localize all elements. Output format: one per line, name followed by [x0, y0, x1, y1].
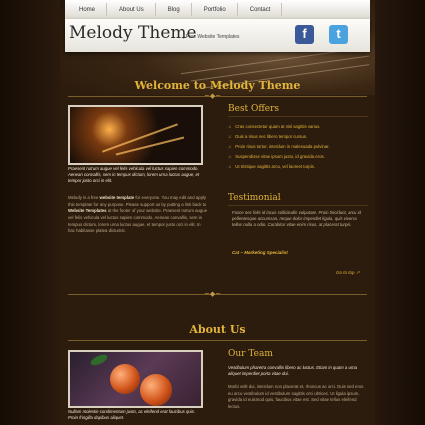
music-note-icon: ♫ — [228, 154, 232, 159]
music-note-icon: ♫ — [228, 144, 232, 149]
divider — [68, 340, 367, 341]
light-trail — [115, 136, 185, 156]
offer-item[interactable]: ♫ Cras consectetur quam at nisl sagittis … — [228, 122, 330, 132]
leaf — [89, 352, 109, 368]
nav-portfolio[interactable]: Portfolio — [192, 2, 238, 16]
testimonial-quote: Fusce nec felis id lacus sollicitudin vu… — [232, 210, 361, 228]
offers-list: ♫ Cras consectetur quam at nisl sagittis … — [228, 122, 330, 172]
about-caption: Nullam molestie condimentum justo, ac el… — [68, 409, 196, 421]
testimonial-divider — [228, 205, 368, 206]
left-shadow — [0, 0, 60, 425]
city-night-photo — [68, 105, 203, 165]
music-note-icon: ♫ — [228, 124, 232, 129]
go-to-top-link[interactable]: Go to top ↗ — [336, 270, 360, 276]
body-text-1: Melody is a free — [68, 195, 100, 200]
team-title: Our Team — [228, 349, 273, 359]
website-templates-link[interactable]: Website Templates — [68, 208, 107, 213]
team-body: Morbi velit dui, interdum non placerat e… — [228, 384, 364, 409]
music-note-icon: ♫ — [228, 164, 232, 169]
site-title[interactable]: Melody Theme — [69, 23, 197, 43]
main-nav: Home About Us Blog Portfolio Contact — [65, 0, 370, 20]
offers-title: Best Offers — [228, 104, 280, 114]
facebook-icon[interactable]: f — [295, 25, 314, 44]
welcome-body: Melody is a free website template for ev… — [68, 195, 208, 235]
offers-divider — [228, 116, 368, 117]
welcome-caption: Praesent rutrum augue vel felis vehicula… — [68, 166, 200, 184]
offer-item[interactable]: ♫ Ut tristique sagittis arcu, vel laoreet… — [228, 162, 330, 172]
welcome-title: Welcome to Melody Theme — [134, 79, 301, 92]
offer-item[interactable]: ♫ Proin risus tortor, interdum in malesua… — [228, 142, 330, 152]
nav-contact[interactable]: Contact — [238, 2, 283, 16]
offer-item[interactable]: ♫ Suspendisse vitae ipsum justo, id gravi… — [228, 152, 330, 162]
nav-blog[interactable]: Blog — [156, 2, 192, 16]
tomatoes-photo — [68, 350, 203, 408]
team-lead: Vestibulum pharetra convallis libero ac … — [228, 365, 358, 377]
nav-about[interactable]: About Us — [107, 2, 156, 16]
music-note-icon: ♫ — [228, 134, 232, 139]
website-template-link[interactable]: website template — [100, 195, 135, 200]
testimonial-title: Testimonial — [228, 193, 281, 203]
content-wrapper: Home About Us Blog Portfolio Contact Mel… — [60, 0, 375, 425]
ornament-icon: ~◆~ — [204, 92, 222, 100]
site-tagline: | Free Website Templates — [183, 34, 240, 40]
ornament-icon: ~◆~ — [204, 290, 222, 298]
offer-item[interactable]: ♫ Duis a risus nec libero tempor cursus. — [228, 132, 330, 142]
nav-home[interactable]: Home — [65, 2, 108, 16]
tomato — [110, 364, 140, 394]
testimonial-author: Cat – Marketing Specialist — [232, 250, 288, 255]
about-title: About Us — [189, 323, 246, 336]
tomato — [140, 374, 172, 406]
header-logo-box: Melody Theme | Free Website Templates f … — [65, 19, 370, 52]
twitter-icon[interactable]: t — [329, 25, 348, 44]
